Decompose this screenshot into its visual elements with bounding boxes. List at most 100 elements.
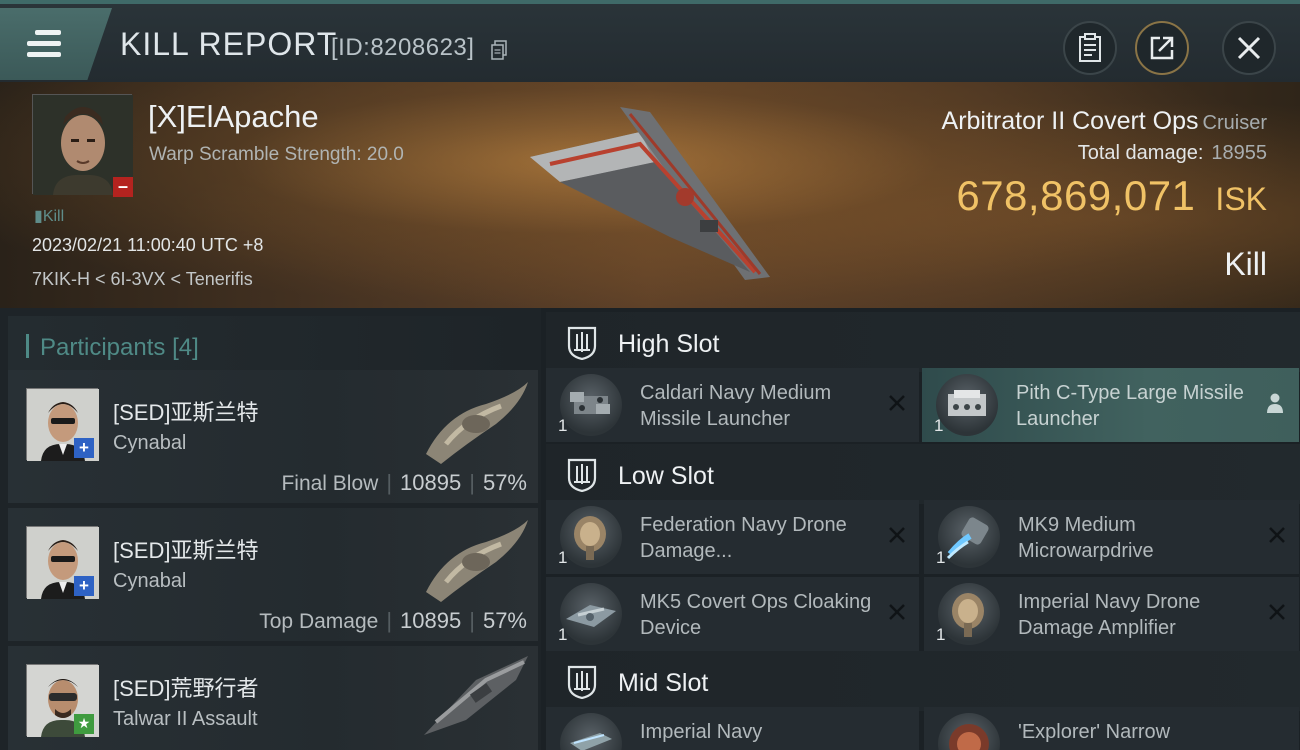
participant-ship: Cynabal — [113, 432, 187, 454]
kill-tag: ▮Kill — [34, 208, 65, 225]
participant-ship: Talwar II Assault — [113, 708, 258, 730]
slot-shield-icon — [567, 665, 597, 699]
copy-icon[interactable] — [491, 40, 507, 60]
fitting-panel: High Slot 1 Caldari Navy Medium Missile … — [541, 308, 1300, 750]
participant-row[interactable]: ★ [SED]荒野行者 Talwar II Assault — [8, 646, 538, 750]
low-slot-title: Low Slot — [618, 462, 714, 490]
participant-percent: 57% — [482, 608, 527, 633]
participants-accent-bar — [26, 334, 29, 358]
participants-header: Participants [4] — [8, 316, 538, 374]
top-bar: KILL REPORT [ID:8208623] — [0, 0, 1300, 82]
module-name: 'Explorer' Narrow — [1018, 721, 1171, 743]
participant-row[interactable]: + [SED]亚斯兰特 Cynabal Top Damage | 10895 | 57% — [8, 508, 538, 641]
page-title: KILL REPORT — [120, 26, 338, 62]
module-item[interactable]: 'Explorer' Narrow — [924, 707, 1299, 750]
participant-stats: Top Damage | 10895 | 57% — [259, 608, 527, 633]
total-damage-value: 18955 — [1211, 142, 1267, 164]
share-icon — [1150, 36, 1174, 60]
drone-damage-amplifier-icon — [938, 583, 1000, 645]
drone-damage-amplifier-icon — [560, 506, 622, 568]
participants-panel: Participants [4] + [SED]亚斯兰特 Cynabal Fin… — [0, 308, 541, 750]
high-slot-title: High Slot — [618, 330, 720, 358]
victim-banner: – [X]ElApache Warp Scramble Strength: 20… — [0, 82, 1300, 308]
module-item[interactable]: 1 MK9 Medium Microwarpdrive — [924, 500, 1299, 574]
participant-ship-image — [424, 656, 528, 735]
victim-name[interactable]: [X]ElApache — [148, 99, 319, 135]
participant-name[interactable]: [SED]亚斯兰特 — [113, 395, 258, 427]
close-icon — [1237, 36, 1261, 60]
module-item[interactable]: Imperial Navy — [546, 707, 919, 750]
clipboard-button[interactable] — [1063, 21, 1117, 75]
ship-name[interactable]: Arbitrator II Covert Ops — [942, 107, 1199, 135]
module-item[interactable]: 1 Imperial Navy Drone Damage Amplifier — [924, 577, 1299, 651]
participants-title-label: Participants — [40, 334, 166, 361]
total-damage: Total damage: 18955 — [1078, 142, 1267, 165]
module-name: MK5 Covert Ops Cloaking Device — [640, 591, 872, 639]
participant-role: Final Blow — [281, 472, 379, 495]
kill-datetime: 2023/02/21 11:00:40 UTC +8 — [32, 235, 264, 255]
module-name: Imperial Navy — [640, 721, 763, 743]
participant-row[interactable]: + [SED]亚斯兰特 Cynabal Final Blow | 10895 | 57% — [8, 370, 538, 503]
slot-shield-icon — [567, 326, 597, 360]
missile-launcher-icon — [936, 374, 998, 436]
module-name: Federation Navy Drone Damage... — [640, 514, 847, 562]
module-item[interactable]: 1 Caldari Navy Medium Missile Launcher — [546, 368, 919, 442]
report-id: [ID:8208623] — [331, 34, 475, 61]
ship-info: Arbitrator II Covert Ops Cruiser — [942, 107, 1267, 136]
corp-plus-badge: + — [74, 576, 94, 596]
total-damage-label: Total damage: — [1077, 142, 1204, 164]
high-slot-header: High Slot — [546, 312, 1300, 372]
hostile-badge: – — [113, 177, 133, 197]
menu-button[interactable] — [0, 8, 112, 80]
module-quantity: 1 — [934, 416, 944, 435]
low-slot-header: Low Slot — [546, 444, 1300, 504]
x-icon[interactable] — [1267, 525, 1287, 545]
victim-ship-image — [530, 107, 770, 280]
module-quantity: 1 — [558, 548, 568, 567]
participant-ship-image — [426, 520, 528, 602]
participants-count: [4] — [172, 334, 199, 361]
cloaking-device-icon — [560, 583, 622, 645]
warp-scramble-strength: Warp Scramble Strength: 20.0 — [149, 144, 404, 165]
module-item[interactable]: 1 MK5 Covert Ops Cloaking Device — [546, 577, 919, 651]
isk-unit: ISK — [1215, 181, 1267, 217]
ship-class: Cruiser — [1202, 112, 1267, 134]
microwarpdrive-icon — [938, 506, 1000, 568]
kill-result: Kill — [1224, 246, 1267, 282]
x-icon[interactable] — [1267, 602, 1287, 622]
person-icon[interactable] — [1265, 392, 1285, 414]
module-icon — [938, 713, 1000, 750]
module-name: Caldari Navy Medium Missile Launcher — [640, 382, 832, 430]
mid-slot-title: Mid Slot — [618, 669, 709, 697]
close-button[interactable] — [1222, 21, 1276, 75]
participant-name[interactable]: [SED]荒野行者 — [113, 671, 258, 703]
x-icon[interactable] — [887, 602, 907, 622]
kill-tag-label: Kill — [42, 208, 65, 225]
module-quantity: 1 — [936, 625, 946, 644]
module-name: Pith C-Type Large Missile Launcher — [1016, 382, 1244, 430]
participant-damage: 10895 — [400, 470, 462, 495]
x-icon[interactable] — [887, 393, 907, 413]
participant-stats: Final Blow | 10895 | 57% — [281, 470, 527, 495]
slot-shield-icon — [567, 458, 597, 492]
fleet-star-badge: ★ — [74, 714, 94, 734]
module-icon — [560, 713, 622, 750]
participant-ship: Cynabal — [113, 570, 187, 592]
participant-damage: 10895 — [400, 608, 462, 633]
kill-location[interactable]: 7KIK-H < 6I-3VX < Tenerifis — [32, 269, 253, 290]
module-item[interactable]: 1 Federation Navy Drone Damage... — [546, 500, 919, 574]
module-quantity: 1 — [558, 625, 568, 644]
clipboard-icon — [1079, 33, 1101, 62]
isk-loss: 678,869,071 ISK — [956, 172, 1267, 220]
module-quantity: 1 — [558, 416, 568, 435]
share-button[interactable] — [1135, 21, 1189, 75]
participants-title: Participants [4] — [40, 334, 199, 362]
participant-name[interactable]: [SED]亚斯兰特 — [113, 533, 258, 565]
module-quantity: 1 — [936, 548, 946, 567]
x-icon[interactable] — [887, 525, 907, 545]
module-name: Imperial Navy Drone Damage Amplifier — [1018, 591, 1201, 639]
missile-launcher-icon — [560, 374, 622, 436]
isk-value: 678,869,071 — [956, 172, 1196, 219]
module-item[interactable]: 1 Pith C-Type Large Missile Launcher — [922, 368, 1299, 442]
participant-ship-image — [426, 382, 528, 464]
